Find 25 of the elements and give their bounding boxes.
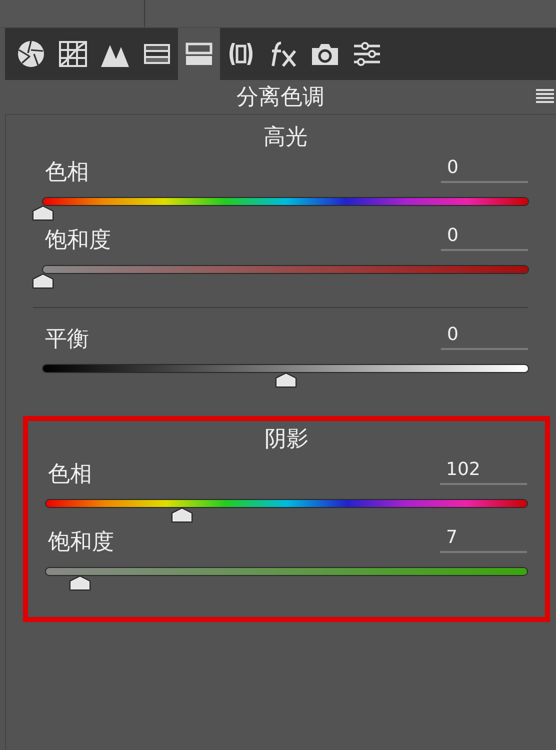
slider-track[interactable] bbox=[43, 365, 528, 372]
sliders-icon bbox=[352, 39, 382, 69]
slider-thumb[interactable] bbox=[32, 273, 54, 289]
curve-grid-icon bbox=[58, 39, 88, 69]
value-field[interactable]: 7 bbox=[440, 525, 527, 553]
value-field[interactable]: 0 bbox=[441, 322, 528, 350]
menu-icon[interactable] bbox=[536, 89, 554, 103]
slider-label: 饱和度 bbox=[48, 529, 114, 557]
aperture-icon bbox=[16, 39, 46, 69]
section-title: 阴影 bbox=[264, 427, 308, 452]
slider-label: 色相 bbox=[48, 461, 92, 489]
panel-tab[interactable] bbox=[178, 28, 220, 80]
slider-track[interactable] bbox=[46, 500, 527, 507]
section-title: 高光 bbox=[264, 125, 308, 150]
value-field[interactable]: 102 bbox=[440, 457, 527, 485]
slider-track[interactable] bbox=[43, 266, 528, 273]
slider-label: 平衡 bbox=[45, 326, 89, 354]
slider-track[interactable] bbox=[43, 198, 528, 205]
value-field[interactable]: 0 bbox=[441, 223, 528, 251]
slider-thumb[interactable] bbox=[32, 205, 54, 221]
slider-track[interactable] bbox=[46, 568, 527, 575]
slider-label: 饱和度 bbox=[45, 227, 111, 255]
value-field[interactable]: 0 bbox=[441, 155, 528, 183]
panel-title: 分离色调 bbox=[236, 84, 324, 112]
slider-label: 色相 bbox=[45, 159, 89, 187]
